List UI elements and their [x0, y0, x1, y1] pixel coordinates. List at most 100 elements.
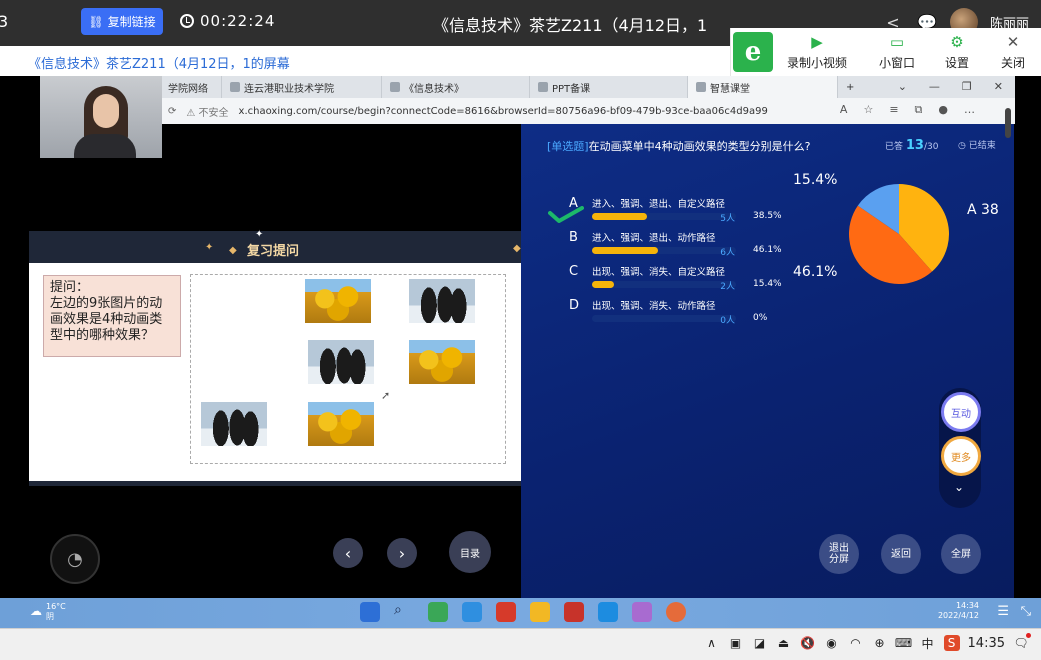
slide-menu-button[interactable]: 目录: [449, 531, 491, 573]
remote-browser: 学院网络 连云港职业技术学院 《信息技术》 PPT备课 智慧课堂 + ⌄ — ❐…: [160, 76, 1015, 124]
tab-label: 连云港职业技术学院: [244, 83, 334, 95]
exit-split-button[interactable]: 退出分屏: [819, 534, 859, 574]
globe-icon: [390, 82, 400, 92]
collections-icon[interactable]: ⧉: [915, 103, 923, 117]
pie-label-c: 15.4%: [793, 172, 838, 188]
scrollbar-thumb[interactable]: [1005, 108, 1011, 138]
minimize-icon[interactable]: —: [929, 80, 940, 93]
browser-tab[interactable]: 连云港职业技术学院: [222, 76, 382, 98]
back-button[interactable]: 返回: [881, 534, 921, 574]
favorite-icon[interactable]: ☆: [863, 103, 873, 117]
maximize-icon[interactable]: ❐: [962, 80, 972, 93]
close-icon[interactable]: ✕: [994, 80, 1003, 93]
browser-tab[interactable]: PPT备课: [530, 76, 688, 98]
mini-window-button[interactable]: ▭ 小窗口: [879, 34, 915, 71]
gear-icon: ⚙: [950, 33, 964, 51]
usb-icon[interactable]: ⏏: [776, 635, 792, 651]
settings-button[interactable]: ⚙ 设置: [945, 34, 969, 71]
wps-icon[interactable]: [496, 602, 516, 622]
option-percent: 38.5%: [753, 211, 782, 221]
tulip-image: [409, 340, 475, 384]
browser-tab-active[interactable]: 智慧课堂: [688, 76, 838, 98]
remote-date: 2022/4/12: [937, 611, 979, 620]
close-share-button[interactable]: ✕ 关闭: [1001, 34, 1025, 71]
speaker-muted-icon[interactable]: 🔇: [800, 635, 816, 651]
option-percent: 15.4%: [753, 279, 782, 289]
favorites-bar-icon[interactable]: ≡: [889, 103, 898, 117]
question-type-tag: [单选题]: [547, 140, 589, 153]
share-toolbar: e ▶ 录制小视频 ▭ 小窗口 ⚙ 设置 ✕ 关闭: [730, 28, 1041, 76]
copy-link-button[interactable]: ⛓ 复制链接: [81, 8, 163, 35]
option-text: 出现、强调、消失、自定义路径: [592, 267, 726, 278]
chevron-left-icon: ‹: [344, 543, 352, 563]
app-icon[interactable]: [632, 602, 652, 622]
penguin-image: [409, 279, 475, 323]
ppt-slide: ✦ ✦ ◆ ◆ 复习提问 提问： 左边的9张图片的动画效果是4种动画类型中的哪种…: [29, 229, 521, 481]
app-icon[interactable]: [462, 602, 482, 622]
url-field[interactable]: x.chaoxing.com/course/begin?connectCode=…: [239, 106, 768, 117]
option-letter: D: [569, 298, 580, 313]
next-slide-button[interactable]: ›: [387, 538, 417, 568]
chevron-down-icon[interactable]: ⌄: [954, 480, 964, 494]
read-aloud-icon[interactable]: A: [840, 103, 848, 117]
pen-tool-button[interactable]: ◔: [50, 534, 100, 584]
wifi-icon[interactable]: ◠: [848, 635, 864, 651]
search-icon[interactable]: ⌕: [394, 602, 414, 622]
tv-icon: ▭: [889, 33, 905, 51]
wps-tray-icon[interactable]: S: [943, 635, 960, 651]
teacher-webcam: [40, 76, 162, 158]
new-tab-button[interactable]: +: [838, 76, 862, 98]
refresh-icon[interactable]: ⟳: [168, 106, 176, 117]
slider-settings-icon[interactable]: ☰: [997, 604, 1009, 619]
app-tray-icon[interactable]: ◪: [752, 635, 768, 651]
notification-icon[interactable]: 🗨: [1013, 633, 1031, 651]
penguin-image: [201, 402, 267, 446]
qq-icon[interactable]: ◉: [824, 635, 840, 651]
browser-tab[interactable]: 《信息技术》: [382, 76, 530, 98]
option-text: 进入、强调、退出、动作路径: [592, 233, 716, 244]
pie-label-a: A 38: [967, 202, 999, 218]
more-button[interactable]: 更多: [941, 436, 981, 476]
ppt-icon[interactable]: [564, 602, 584, 622]
keyboard-icon[interactable]: ⌨: [895, 635, 912, 651]
option-progress-fill: [592, 281, 615, 288]
interact-label: 互动: [951, 408, 971, 420]
option-percent: 46.1%: [753, 245, 782, 255]
answered-count: 13: [905, 138, 924, 153]
windows-start-icon[interactable]: [360, 602, 380, 622]
answered-label: 已答: [885, 142, 904, 152]
quiz-option: D 出现、强调、消失、动作路径 0人 0%: [569, 298, 809, 328]
expand-icon[interactable]: ⤡: [1021, 604, 1031, 619]
more-icon[interactable]: …: [964, 103, 975, 117]
app-tray-icon[interactable]: ▣: [728, 635, 744, 651]
folder-icon[interactable]: [530, 602, 550, 622]
insecure-warning[interactable]: ⚠ 不安全: [186, 104, 228, 119]
app-icon[interactable]: [428, 602, 448, 622]
question-text: 在动画菜单中4种动画效果的类型分别是什么?: [588, 140, 811, 153]
option-text: 出现、强调、消失、动作路径: [592, 301, 716, 312]
ime-indicator[interactable]: 中: [920, 635, 936, 651]
system-tray: ∧ ▣ ◪ ⏏ 🔇 ◉ ◠ ⊕ ⌨ 中 S 14:35 🗨: [704, 633, 1031, 651]
browser-tab[interactable]: 学院网络: [160, 76, 222, 98]
timer-value: 00:22:24: [200, 12, 276, 30]
tip-text: 提问： 左边的9张图片的动画效果是4种动画类型中的哪种效果？: [50, 280, 163, 343]
prev-slide-button[interactable]: ‹: [333, 538, 363, 568]
record-video-button[interactable]: ▶ 录制小视频: [787, 34, 847, 71]
chevron-up-icon[interactable]: ∧: [704, 635, 720, 651]
meeting-title: 《信息技术》茶艺Z211（4月12日，1: [433, 16, 708, 35]
chevron-down-icon[interactable]: ⌄: [898, 80, 907, 93]
option-letter: B: [569, 230, 578, 245]
app-icon[interactable]: [666, 602, 686, 622]
interact-button[interactable]: 互动: [941, 392, 981, 432]
edge-icon[interactable]: [598, 602, 618, 622]
tab-label: PPT备课: [552, 83, 591, 95]
profile-icon[interactable]: ●: [938, 103, 948, 117]
fullscreen-button[interactable]: 全屏: [941, 534, 981, 574]
local-clock[interactable]: 14:35: [968, 636, 1005, 651]
address-bar-icons: A ☆ ≡ ⧉ ● …: [840, 103, 975, 117]
copy-link-label: 复制链接: [107, 15, 156, 29]
close-icon: ✕: [1006, 33, 1020, 51]
question-tip-box: 提问： 左边的9张图片的动画效果是4种动画类型中的哪种效果？: [43, 275, 181, 357]
app-tray-icon[interactable]: ⊕: [872, 635, 888, 651]
quiz-status: ◷ 已结束: [958, 138, 996, 151]
